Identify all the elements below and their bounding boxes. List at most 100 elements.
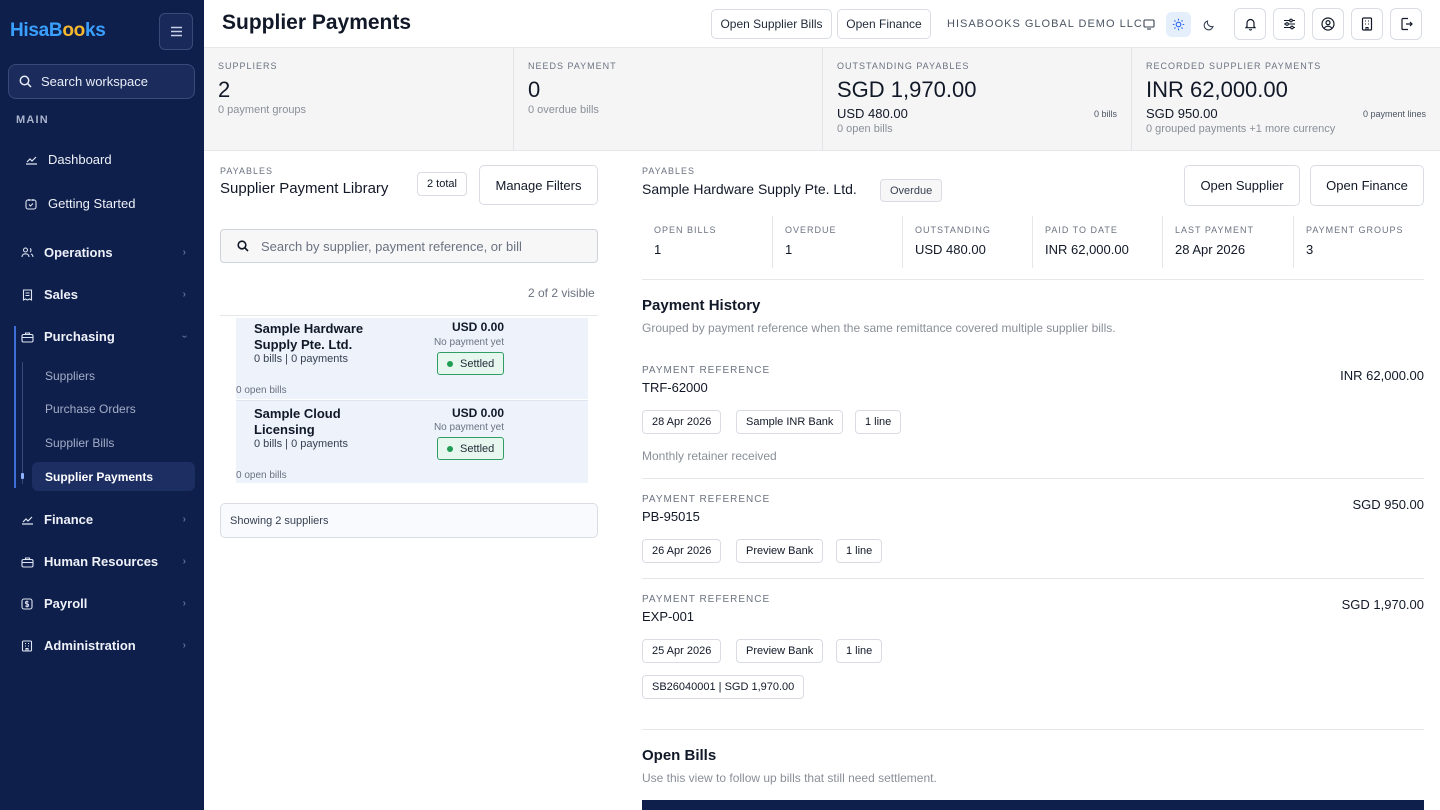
status-dot: [447, 445, 453, 452]
payment-date-chip: 25 Apr 2026: [642, 639, 722, 663]
payment-amount: SGD 1,970.00: [1341, 597, 1424, 612]
open-bills-table-header: [642, 800, 1424, 810]
sidebar-item-dashboard[interactable]: Dashboard: [24, 152, 192, 167]
logout-icon: [1400, 17, 1413, 31]
stat-label: RECORDED SUPPLIER PAYMENTS: [1146, 61, 1322, 71]
supplier-search-input[interactable]: Search by supplier, payment reference, o…: [220, 229, 598, 263]
sidebar-item-administration[interactable]: Administration ›: [20, 638, 188, 653]
payment-amount: SGD 950.00: [1352, 497, 1424, 512]
notifications-button[interactable]: [1234, 8, 1266, 40]
metric-paid-to-date: PAID TO DATE INR 62,000.00: [1032, 216, 1162, 268]
sun-icon[interactable]: [1166, 12, 1191, 37]
payment-group[interactable]: PAYMENT REFERENCE TRF-62000 INR 62,000.0…: [642, 365, 1424, 465]
stat-label: NEEDS PAYMENT: [528, 61, 617, 71]
sidebar-item-label: Human Resources: [44, 554, 159, 569]
divider: [642, 578, 1424, 579]
supplier-card[interactable]: Sample Cloud Licensing 0 bills | 0 payme…: [236, 400, 588, 483]
workspace-search[interactable]: Search workspace: [8, 64, 195, 99]
sidebar-item-finance[interactable]: Finance ›: [20, 512, 188, 527]
sidebar-item-operations[interactable]: Operations ›: [20, 245, 188, 260]
supplier-card[interactable]: Sample Hardware Supply Pte. Ltd. 0 bills…: [236, 318, 588, 399]
divider: [220, 315, 598, 316]
payment-ref: EXP-001: [642, 609, 695, 624]
logout-button[interactable]: [1390, 8, 1422, 40]
sidebar-subitem-suppliers[interactable]: Suppliers: [45, 369, 95, 383]
sidebar-toggle-button[interactable]: [159, 13, 193, 50]
manage-filters-button[interactable]: Manage Filters: [479, 165, 598, 205]
sidebar-item-payroll[interactable]: Payroll ›: [20, 596, 188, 611]
payment-lines-chip: 1 line: [855, 410, 902, 434]
metric-outstanding: OUTSTANDING USD 480.00: [902, 216, 1032, 268]
stat-sub: 0 payment groups: [218, 104, 307, 116]
open-finance-button[interactable]: Open Finance: [1310, 165, 1424, 206]
open-finance-header-button[interactable]: Open Finance: [837, 9, 931, 39]
chevron-right-icon: ›: [182, 556, 186, 567]
stat-sub: 0 overdue bills: [528, 104, 599, 116]
hisabooks-logo[interactable]: HisaBooks: [10, 20, 106, 42]
sidebar-item-purchasing[interactable]: Purchasing ›: [20, 329, 190, 344]
payment-history-title: Payment History: [642, 297, 761, 314]
metric-value: INR 62,000.00: [1045, 242, 1129, 257]
supplier-amount: USD 0.00: [451, 320, 504, 334]
metric-label: LAST PAYMENT: [1175, 225, 1255, 235]
payment-group[interactable]: PAYMENT REFERENCE EXP-001 SGD 1,970.00 2…: [642, 594, 1424, 704]
stat-label: OUTSTANDING PAYABLES: [837, 61, 970, 71]
sidebar-item-sales[interactable]: Sales ›: [20, 287, 188, 302]
chevron-right-icon: ›: [182, 598, 186, 609]
supplier-payment-status: No payment yet: [433, 422, 504, 433]
stat-secondary-value: SGD 950.00: [1146, 106, 1218, 121]
library-kicker: PAYABLES: [220, 166, 274, 176]
supplier-metrics: OPEN BILLS 1 OVERDUE 1 OUTSTANDING USD 4…: [642, 216, 1424, 280]
preferences-button[interactable]: [1273, 8, 1305, 40]
profile-button[interactable]: [1312, 8, 1344, 40]
metric-label: OPEN BILLS: [654, 225, 717, 235]
moon-icon[interactable]: [1196, 12, 1221, 37]
sidebar-item-label: Getting Started: [48, 196, 136, 211]
open-supplier-button[interactable]: Open Supplier: [1184, 165, 1300, 206]
briefcase-icon: [20, 330, 34, 344]
metric-label: PAID TO DATE: [1045, 225, 1118, 235]
sidebar-item-label: Administration: [44, 638, 136, 653]
payment-ref-label: PAYMENT REFERENCE: [642, 365, 771, 376]
sidebar-subitem-purchase-orders[interactable]: Purchase Orders: [45, 402, 136, 416]
stat-suppliers: SUPPLIERS 2 0 payment groups: [204, 48, 513, 151]
bell-icon: [1244, 18, 1256, 31]
open-supplier-bills-button[interactable]: Open Supplier Bills: [711, 9, 832, 39]
detail-kicker: PAYABLES: [642, 166, 696, 176]
supplier-detail-title: Sample Hardware Supply Pte. Ltd.: [642, 181, 857, 197]
sidebar-item-getting-started[interactable]: Getting Started: [24, 196, 192, 211]
logo-text-a: HisaB: [10, 20, 63, 41]
logo-text-b: ks: [84, 20, 106, 41]
desktop-theme-icon[interactable]: [1136, 12, 1161, 37]
payment-group[interactable]: PAYMENT REFERENCE PB-95015 SGD 950.00 26…: [642, 494, 1424, 566]
linked-bill-chip[interactable]: SB26040001 | SGD 1,970.00: [642, 675, 805, 699]
user-circle-icon: [1321, 17, 1335, 31]
metric-value: 3: [1306, 242, 1314, 257]
status-badge-label: Settled: [460, 357, 495, 370]
open-bills-count: 0 open bills: [236, 385, 287, 396]
metric-overdue: OVERDUE 1: [772, 216, 902, 268]
calendar-check-icon: [24, 197, 38, 211]
sidebar-subitem-supplier-payments[interactable]: Supplier Payments: [32, 462, 195, 491]
sidebar-item-human-resources[interactable]: Human Resources ›: [20, 554, 188, 569]
stat-sub: 0 open bills: [837, 123, 893, 135]
search-icon: [237, 240, 249, 252]
sidebar-item-label: Finance: [44, 512, 94, 527]
chevron-right-icon: ›: [182, 289, 186, 300]
payment-ref-label: PAYMENT REFERENCE: [642, 594, 771, 605]
payment-date-chip: 28 Apr 2026: [642, 410, 722, 434]
payment-amount: INR 62,000.00: [1340, 368, 1424, 383]
status-badge: Settled: [437, 437, 505, 460]
stat-outstanding-payables: OUTSTANDING PAYABLES SGD 1,970.00 USD 48…: [822, 48, 1131, 151]
briefcase-icon: [20, 555, 34, 569]
organization-button[interactable]: [1351, 8, 1383, 40]
chevron-right-icon: ›: [182, 514, 186, 525]
sidebar-subitem-supplier-bills[interactable]: Supplier Bills: [45, 436, 114, 450]
status-badge-label: Settled: [460, 442, 495, 455]
receipt-icon: [20, 288, 34, 302]
metric-value: 1: [785, 242, 793, 257]
sidebar: HisaBooks Search workspace MAIN Dashboar…: [0, 0, 204, 810]
sliders-icon: [1283, 18, 1295, 30]
overdue-badge: Overdue: [880, 179, 943, 202]
metric-value: 1: [654, 242, 662, 257]
